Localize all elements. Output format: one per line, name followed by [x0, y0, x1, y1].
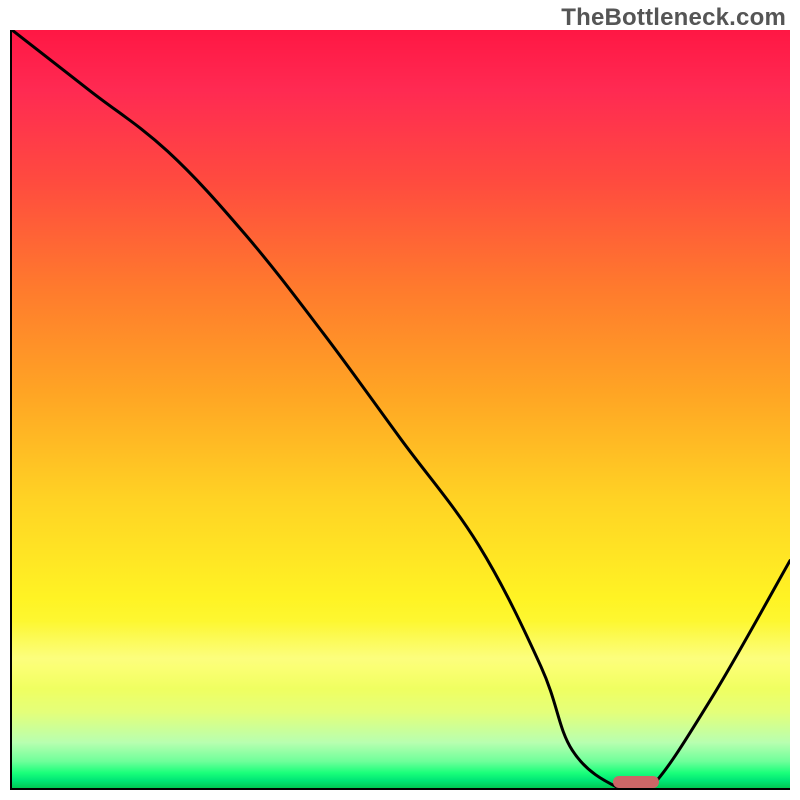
- chart-canvas: TheBottleneck.com: [0, 0, 800, 800]
- optimal-range-marker: [613, 776, 660, 788]
- watermark-text: TheBottleneck.com: [561, 4, 786, 32]
- bottleneck-curve: [12, 30, 790, 788]
- plot-area: [10, 30, 790, 790]
